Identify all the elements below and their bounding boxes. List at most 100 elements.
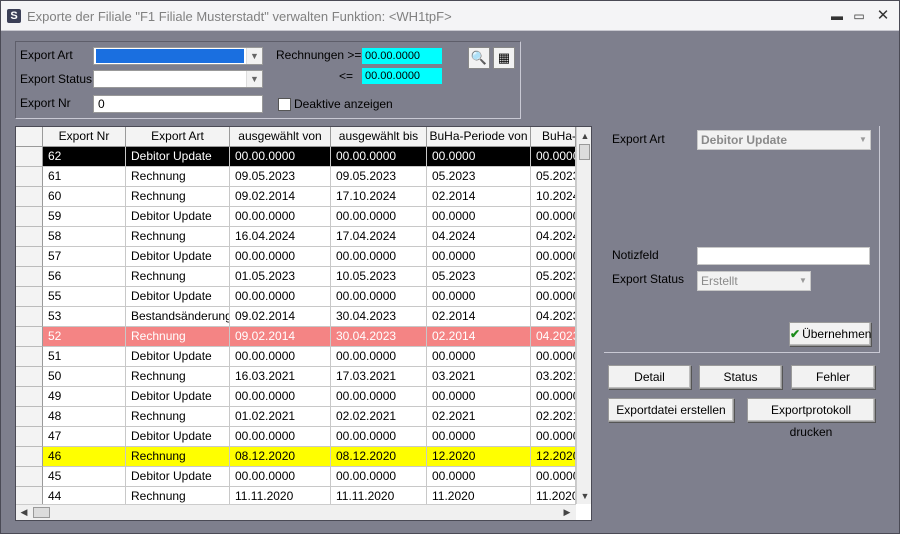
cell-ausgewaehlt-bis[interactable]: 02.02.2021 <box>331 407 427 427</box>
cell-ausgewaehlt-von[interactable]: 16.03.2021 <box>230 367 331 387</box>
cell-export-art[interactable]: Rechnung <box>126 327 230 347</box>
rechnungen-from-input[interactable]: 00.00.0000 <box>362 48 442 64</box>
scroll-down-icon[interactable]: ▼ <box>577 488 591 504</box>
cell-ausgewaehlt-von[interactable]: 00.00.0000 <box>230 147 331 167</box>
cell-buha-periode-von[interactable]: 02.2014 <box>427 187 531 207</box>
uebernehmen-button[interactable]: ✔ Übernehmen <box>789 322 871 346</box>
row-header[interactable] <box>16 467 43 487</box>
scroll-left-icon[interactable]: ◀ <box>16 505 32 520</box>
row-header[interactable] <box>16 227 43 247</box>
exports-table[interactable]: Export Nr Export Art ausgewählt von ausg… <box>15 126 592 521</box>
row-header[interactable] <box>16 167 43 187</box>
cell-export-art[interactable]: Bestandsänderung <box>126 307 230 327</box>
cell-ausgewaehlt-von[interactable]: 00.00.0000 <box>230 387 331 407</box>
cell-export-art[interactable]: Debitor Update <box>126 147 230 167</box>
cell-ausgewaehlt-von[interactable]: 00.00.0000 <box>230 467 331 487</box>
cell-export-nr[interactable]: 53 <box>43 307 126 327</box>
cell-buha-periode-bis[interactable]: 04.2024 <box>531 227 576 247</box>
cell-buha-periode-bis[interactable]: 05.2023 <box>531 267 576 287</box>
cell-ausgewaehlt-bis[interactable]: 17.03.2021 <box>331 367 427 387</box>
cell-export-nr[interactable]: 48 <box>43 407 126 427</box>
row-header[interactable] <box>16 267 43 287</box>
cell-ausgewaehlt-bis[interactable]: 00.00.0000 <box>331 467 427 487</box>
cell-ausgewaehlt-von[interactable]: 01.02.2021 <box>230 407 331 427</box>
cell-buha-periode-bis[interactable]: 10.2024 <box>531 187 576 207</box>
cell-export-art[interactable]: Debitor Update <box>126 207 230 227</box>
cell-ausgewaehlt-bis[interactable]: 30.04.2023 <box>331 327 427 347</box>
cell-buha-periode-von[interactable]: 00.0000 <box>427 287 531 307</box>
cell-export-art[interactable]: Debitor Update <box>126 427 230 447</box>
cell-export-art[interactable]: Rechnung <box>126 187 230 207</box>
cell-export-nr[interactable]: 46 <box>43 447 126 467</box>
cell-export-nr[interactable]: 49 <box>43 387 126 407</box>
cell-buha-periode-von[interactable]: 00.0000 <box>427 467 531 487</box>
horizontal-scrollbar[interactable]: ◀ ▶ <box>16 504 576 520</box>
cell-buha-periode-von[interactable]: 00.0000 <box>427 247 531 267</box>
cell-buha-periode-bis[interactable]: 05.2023 <box>531 167 576 187</box>
cell-export-art[interactable]: Rechnung <box>126 267 230 287</box>
cell-export-art[interactable]: Debitor Update <box>126 347 230 367</box>
cell-buha-periode-von[interactable]: 12.2020 <box>427 447 531 467</box>
cell-buha-periode-bis[interactable]: 04.2023 <box>531 327 576 347</box>
cell-export-art[interactable]: Rechnung <box>126 367 230 387</box>
cell-export-nr[interactable]: 45 <box>43 467 126 487</box>
notizfeld-input[interactable] <box>697 247 870 265</box>
chevron-down-icon[interactable]: ▼ <box>246 48 262 64</box>
cell-ausgewaehlt-bis[interactable]: 00.00.0000 <box>331 147 427 167</box>
column-header-buha-periode-bis[interactable]: BuHa- <box>531 127 576 147</box>
cell-buha-periode-bis[interactable]: 00.0000 <box>531 287 576 307</box>
cell-ausgewaehlt-bis[interactable]: 17.10.2024 <box>331 187 427 207</box>
cell-buha-periode-bis[interactable]: 00.0000 <box>531 387 576 407</box>
detail-button[interactable]: Detail <box>608 365 691 389</box>
cell-ausgewaehlt-von[interactable]: 00.00.0000 <box>230 427 331 447</box>
row-header[interactable] <box>16 387 43 407</box>
cell-export-nr[interactable]: 56 <box>43 267 126 287</box>
cell-buha-periode-von[interactable]: 00.0000 <box>427 147 531 167</box>
column-header-export-art[interactable]: Export Art <box>126 127 230 147</box>
cell-ausgewaehlt-bis[interactable]: 10.05.2023 <box>331 267 427 287</box>
cell-export-art[interactable]: Rechnung <box>126 167 230 187</box>
minimize-button[interactable]: ▬ <box>827 7 847 25</box>
cell-ausgewaehlt-von[interactable]: 00.00.0000 <box>230 207 331 227</box>
maximize-button[interactable]: ▭ <box>849 7 869 25</box>
cell-buha-periode-bis[interactable]: 00.0000 <box>531 467 576 487</box>
row-header[interactable] <box>16 307 43 327</box>
cell-ausgewaehlt-bis[interactable]: 08.12.2020 <box>331 447 427 467</box>
row-header[interactable] <box>16 347 43 367</box>
cell-export-art[interactable]: Rechnung <box>126 407 230 427</box>
cell-export-art[interactable]: Debitor Update <box>126 387 230 407</box>
column-header-ausgewaehlt-bis[interactable]: ausgewählt bis <box>331 127 427 147</box>
scroll-up-icon[interactable]: ▲ <box>577 128 591 144</box>
cell-ausgewaehlt-bis[interactable]: 00.00.0000 <box>331 287 427 307</box>
cell-export-art[interactable]: Debitor Update <box>126 287 230 307</box>
row-header[interactable] <box>16 447 43 467</box>
cell-buha-periode-von[interactable]: 00.0000 <box>427 427 531 447</box>
cell-ausgewaehlt-bis[interactable]: 00.00.0000 <box>331 387 427 407</box>
cell-export-nr[interactable]: 47 <box>43 427 126 447</box>
rechnungen-to-input[interactable]: 00.00.0000 <box>362 68 442 84</box>
row-header[interactable] <box>16 367 43 387</box>
row-header[interactable] <box>16 187 43 207</box>
cell-ausgewaehlt-von[interactable]: 00.00.0000 <box>230 247 331 267</box>
cell-export-nr[interactable]: 62 <box>43 147 126 167</box>
row-header[interactable] <box>16 427 43 447</box>
cell-buha-periode-von[interactable]: 02.2021 <box>427 407 531 427</box>
close-button[interactable]: ✕ <box>873 7 893 25</box>
cell-buha-periode-bis[interactable]: 00.0000 <box>531 147 576 167</box>
cell-ausgewaehlt-bis[interactable]: 00.00.0000 <box>331 207 427 227</box>
cell-export-nr[interactable]: 51 <box>43 347 126 367</box>
cell-buha-periode-von[interactable]: 04.2024 <box>427 227 531 247</box>
column-header-ausgewaehlt-von[interactable]: ausgewählt von <box>230 127 331 147</box>
fehler-button[interactable]: Fehler <box>791 365 875 389</box>
cell-buha-periode-von[interactable]: 00.0000 <box>427 347 531 367</box>
cell-buha-periode-von[interactable]: 00.0000 <box>427 387 531 407</box>
cell-ausgewaehlt-von[interactable]: 16.04.2024 <box>230 227 331 247</box>
cell-ausgewaehlt-bis[interactable]: 00.00.0000 <box>331 427 427 447</box>
cell-buha-periode-von[interactable]: 00.0000 <box>427 207 531 227</box>
cell-buha-periode-bis[interactable]: 12.2020 <box>531 447 576 467</box>
cell-buha-periode-bis[interactable]: 00.0000 <box>531 347 576 367</box>
cell-export-nr[interactable]: 55 <box>43 287 126 307</box>
cell-export-art[interactable]: Debitor Update <box>126 247 230 267</box>
cell-buha-periode-von[interactable]: 05.2023 <box>427 267 531 287</box>
cell-export-art[interactable]: Rechnung <box>126 227 230 247</box>
